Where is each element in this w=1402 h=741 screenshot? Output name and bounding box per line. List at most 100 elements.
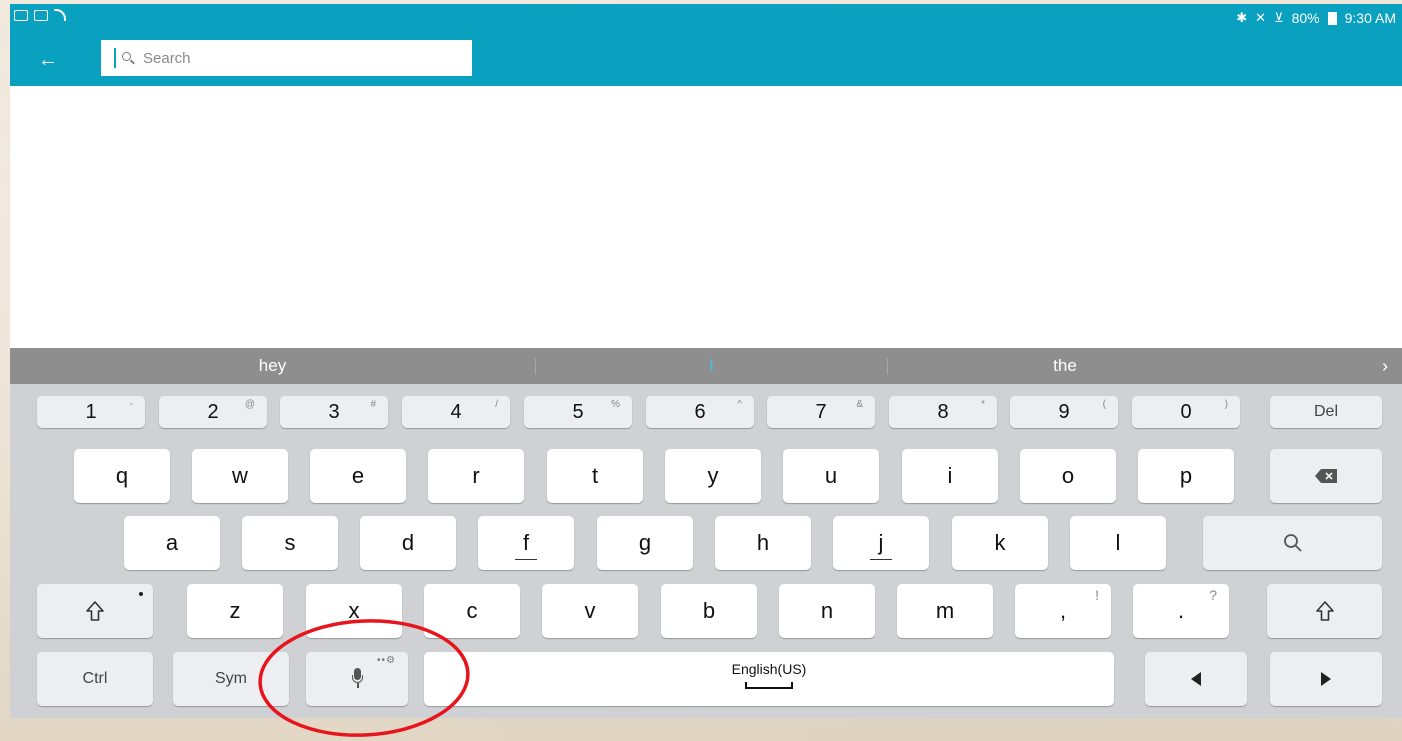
key-alt: @ [244,399,255,410]
ctrl-key[interactable]: Ctrl [37,652,153,706]
key-label: u [824,463,838,488]
search-input[interactable] [141,48,465,68]
key-x[interactable]: x [306,584,402,638]
key-alt: * [981,399,985,410]
key-label: c [466,598,478,623]
key-j[interactable]: j [833,516,929,570]
cursor-right-key[interactable] [1270,652,1382,706]
key-label: . [1177,598,1185,623]
key-d[interactable]: d [360,516,456,570]
key-m[interactable]: m [897,584,993,638]
key-alt: ^ [737,399,742,410]
home-key-marker [515,558,537,560]
key-9[interactable]: 9( [1010,396,1118,428]
key-r[interactable]: r [428,449,524,503]
key-q[interactable]: q [74,449,170,503]
message-icon [14,9,28,21]
key-0[interactable]: 0) [1132,396,1240,428]
space-icon [745,682,793,689]
key-label: 5 [572,400,584,423]
key-o[interactable]: o [1020,449,1116,503]
key-label: p [1179,463,1193,488]
suggestion-2[interactable]: I [536,348,887,384]
key-u[interactable]: u [783,449,879,503]
key-v[interactable]: v [542,584,638,638]
signal-icon: ⊻ [1274,10,1284,25]
caps-indicator-dot [139,592,143,596]
key-4[interactable]: 4/ [402,396,510,428]
image-icon [34,9,48,21]
home-key-marker [870,558,892,560]
key-i[interactable]: i [902,449,998,503]
search-box[interactable] [101,40,472,76]
key-2[interactable]: 2 @ [159,396,267,428]
key-alt: ) [1224,399,1228,410]
status-notifications [14,9,68,21]
search-key[interactable] [1203,516,1382,570]
key-7[interactable]: 7 & [767,396,875,428]
key-5[interactable]: 5% [524,396,632,428]
key-k[interactable]: k [952,516,1048,570]
key-label: y [707,463,719,488]
backspace-key[interactable] [1270,449,1382,503]
key-b[interactable]: b [661,584,757,638]
comma-key[interactable]: ,! [1015,584,1111,638]
space-key[interactable]: English(US) [424,652,1114,706]
suggestion-3[interactable]: the [888,348,1242,384]
key-label: o [1061,463,1075,488]
key-w[interactable]: w [192,449,288,503]
sym-key[interactable]: Sym [173,652,289,706]
key-n[interactable]: n [779,584,875,638]
key-label: 7 [815,400,827,423]
key-1[interactable]: 1- [37,396,145,428]
key-label: f [522,530,530,555]
chevron-right-icon[interactable]: › [1382,348,1388,384]
key-t[interactable]: t [547,449,643,503]
tablet-screen: ✱ ✕ ⊻ 80% 9:30 AM ← hey I the › 1- 2@ 3# [10,4,1402,718]
arrow-left-icon[interactable]: ← [34,46,62,74]
right-shift-key[interactable] [1267,584,1382,638]
key-s[interactable]: s [242,516,338,570]
key-h[interactable]: h [715,516,811,570]
shift-icon [86,601,104,621]
key-a[interactable]: a [124,516,220,570]
key-label: 0 [1180,400,1192,423]
space-key-label: English(US) [731,661,807,677]
key-8[interactable]: 8 * [889,396,997,428]
cursor-left-key[interactable] [1145,652,1247,706]
triangle-right-icon [1321,672,1331,686]
search-icon [122,51,135,65]
key-6[interactable]: 6 ^ [646,396,754,428]
key-3[interactable]: 3 # [280,396,388,428]
battery-percent: 80% [1291,10,1320,26]
key-e[interactable]: e [310,449,406,503]
key-alt: % [611,399,620,410]
suggestion-1[interactable]: hey [10,348,535,384]
key-label: , [1059,598,1067,623]
key-label: b [702,598,716,623]
key-l[interactable]: l [1070,516,1166,570]
key-g[interactable]: g [597,516,693,570]
key-label: a [165,530,179,555]
wifi-icon [54,9,68,21]
backspace-icon [1315,469,1337,483]
key-label: 2 [207,400,219,423]
settings-dots-icon: ••⚙ [377,655,396,666]
delete-key[interactable]: Del [1270,396,1382,428]
key-alt: / [495,399,498,410]
voice-input-key[interactable]: ••⚙ [306,652,408,706]
mute-icon: ✕ [1255,10,1267,25]
period-key[interactable]: .? [1133,584,1229,638]
key-alt: - [129,399,133,410]
key-z[interactable]: z [187,584,283,638]
key-p[interactable]: p [1138,449,1234,503]
left-shift-key[interactable] [37,584,153,638]
text-cursor [114,48,116,68]
key-alt: ( [1102,399,1106,410]
key-f[interactable]: f [478,516,574,570]
key-c[interactable]: c [424,584,520,638]
key-label: k [994,530,1006,555]
search-icon [1283,533,1303,553]
battery-icon [1327,11,1337,25]
key-y[interactable]: y [665,449,761,503]
